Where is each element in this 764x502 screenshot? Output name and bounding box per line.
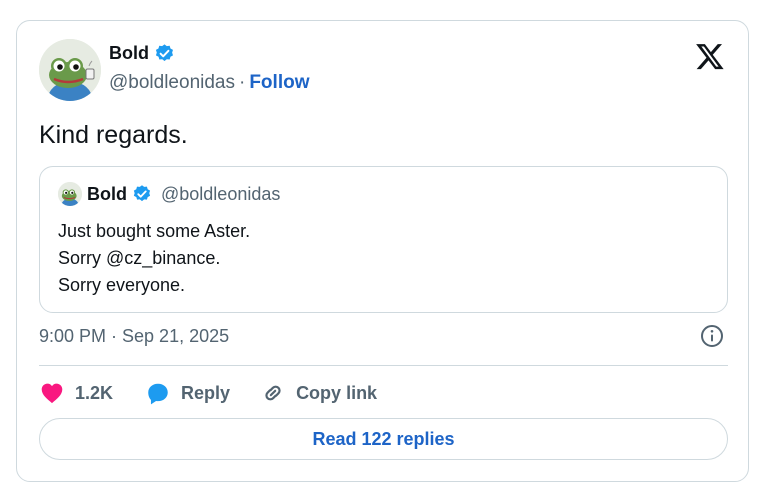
- quoted-text-line: Sorry everyone.: [58, 275, 186, 295]
- tweet-timestamp[interactable]: 9:00 PM · Sep 21, 2025: [39, 326, 229, 347]
- author-handle[interactable]: @boldleonidas: [109, 72, 235, 94]
- quoted-text-line: Sorry @cz_binance.: [58, 248, 221, 268]
- verified-badge-icon: [154, 43, 175, 64]
- action-bar: 1.2K Reply Copy link: [39, 379, 377, 407]
- quoted-author-avatar: [58, 182, 82, 206]
- info-icon[interactable]: [700, 324, 724, 348]
- speech-bubble-icon: [148, 383, 168, 405]
- frog-avatar-image: [58, 182, 82, 206]
- read-replies-button[interactable]: Read 122 replies: [39, 418, 728, 460]
- separator-dot: ·: [239, 72, 246, 93]
- author-name-row: Bold: [109, 43, 175, 64]
- heart-icon: [41, 383, 63, 404]
- tweet-text: Kind regards.: [39, 121, 188, 149]
- follow-button[interactable]: Follow: [249, 72, 309, 94]
- x-logo-icon[interactable]: [694, 41, 726, 71]
- quoted-tweet-header: Bold @boldleonidas: [58, 182, 280, 206]
- author-avatar[interactable]: [39, 39, 101, 101]
- tweet-embed-card: Bold @boldleonidas · Follow Kind regards…: [16, 20, 749, 482]
- verified-badge-icon: [132, 184, 152, 204]
- like-button[interactable]: 1.2K: [39, 380, 113, 406]
- copy-link-label: Copy link: [296, 382, 378, 403]
- quoted-tweet[interactable]: Bold @boldleonidas Just bought some Aste…: [39, 166, 728, 313]
- like-count: 1.2K: [75, 382, 114, 403]
- frog-avatar-image: [39, 39, 101, 101]
- author-handle-row: @boldleonidas · Follow: [109, 72, 309, 94]
- quoted-text-line: Just bought some Aster.: [58, 221, 251, 241]
- reply-button[interactable]: Reply: [145, 380, 230, 406]
- quoted-author-handle: @boldleonidas: [161, 183, 281, 204]
- link-icon: [265, 385, 281, 401]
- author-name[interactable]: Bold: [109, 43, 149, 64]
- divider: [39, 365, 728, 366]
- quoted-tweet-text: Just bought some Aster. Sorry @cz_binanc…: [58, 218, 250, 299]
- reply-label: Reply: [181, 382, 231, 403]
- quoted-author-name: Bold: [87, 183, 127, 204]
- copy-link-button[interactable]: Copy link: [260, 380, 377, 406]
